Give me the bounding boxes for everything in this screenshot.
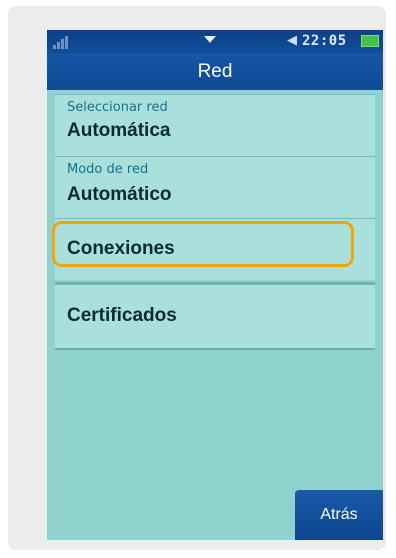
back-button[interactable]: Atrás bbox=[295, 490, 383, 540]
notification-arrow-icon[interactable] bbox=[204, 36, 216, 43]
list-item-value: Automático bbox=[67, 184, 172, 205]
divider bbox=[55, 348, 375, 350]
list-item-value: Conexiones bbox=[67, 238, 175, 259]
list-item-certificados[interactable]: Certificados bbox=[55, 284, 375, 348]
page-title: Red bbox=[47, 54, 383, 90]
list-item-modo-de-red[interactable]: Modo de red Automático bbox=[55, 156, 375, 218]
battery-icon bbox=[361, 35, 379, 47]
signal-icon bbox=[53, 35, 73, 49]
list-item-label: Modo de red bbox=[67, 162, 149, 177]
list-item-conexiones[interactable]: Conexiones bbox=[55, 218, 375, 280]
list-item-value: Automática bbox=[67, 120, 171, 141]
clock-time: 22:05 bbox=[302, 33, 347, 49]
list-item-value: Certificados bbox=[67, 305, 177, 326]
speaker-icon: ◀ bbox=[287, 33, 297, 48]
list-item-label: Seleccionar red bbox=[67, 100, 168, 115]
list-item-seleccionar-red[interactable]: Seleccionar red Automática bbox=[55, 94, 375, 156]
status-bar: ◀ 22:05 bbox=[47, 30, 383, 54]
phone-screen: ◀ 22:05 Red Seleccionar red Automática M… bbox=[47, 30, 383, 540]
